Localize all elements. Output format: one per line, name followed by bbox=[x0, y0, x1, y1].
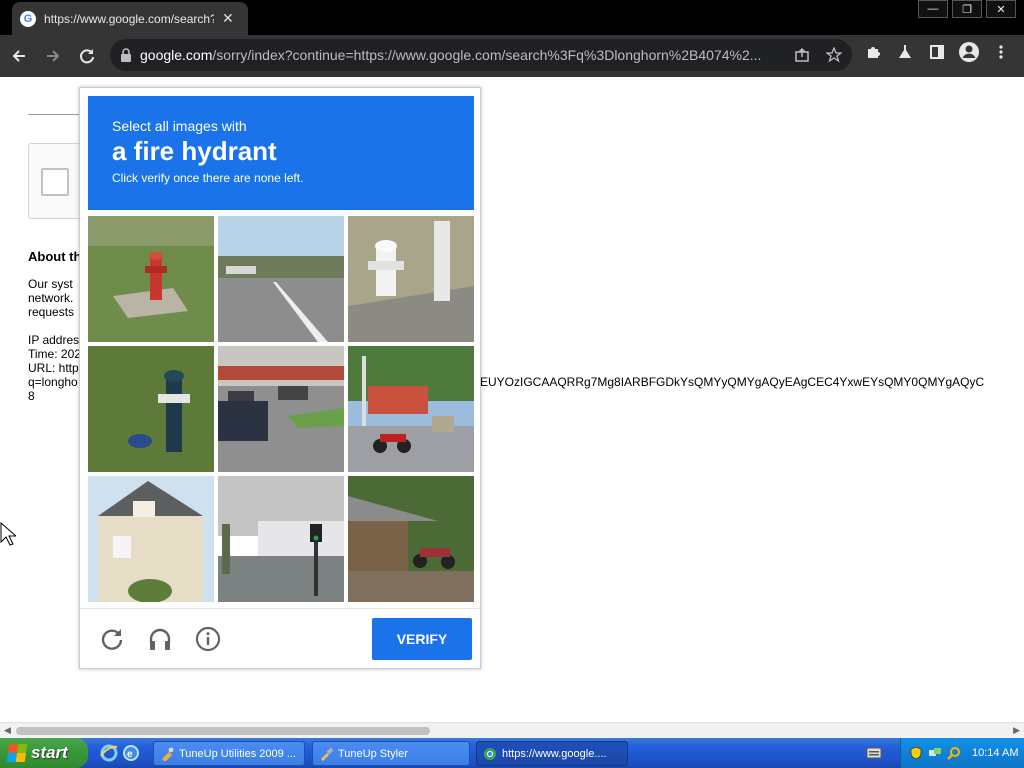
horizontal-scrollbar[interactable]: ◀ ▶ bbox=[0, 722, 1024, 738]
extensions-puzzle-icon[interactable] bbox=[862, 41, 884, 63]
window-controls: — ❐ ✕ bbox=[914, 0, 1016, 18]
browser-toolbar: google.com/sorry/index?continue=https://… bbox=[0, 35, 1024, 77]
menu-kebab-icon[interactable] bbox=[990, 41, 1012, 63]
lock-icon bbox=[121, 48, 131, 62]
tile-white-fire-hydrant[interactable] bbox=[348, 216, 474, 342]
keyboard-icon[interactable] bbox=[866, 746, 882, 760]
start-button[interactable]: start bbox=[0, 738, 88, 768]
ie-variant-icon[interactable]: e bbox=[122, 744, 140, 762]
tile-shack-motorcycles[interactable] bbox=[348, 476, 474, 602]
styler-brush-icon bbox=[319, 746, 334, 761]
address-bar[interactable]: google.com/sorry/index?continue=https://… bbox=[110, 39, 852, 71]
svg-text:e: e bbox=[127, 749, 133, 760]
internet-explorer-icon[interactable] bbox=[100, 744, 118, 762]
back-icon[interactable] bbox=[4, 41, 34, 71]
request-info: IP addres Time: 202 URL: http q=longho 8 bbox=[28, 333, 81, 403]
clock: 10:14 AM bbox=[972, 747, 1019, 759]
profile-avatar-icon[interactable] bbox=[958, 41, 980, 63]
about-heading: About th bbox=[28, 249, 82, 264]
side-panel-icon[interactable] bbox=[926, 41, 948, 63]
system-tray: 10:14 AM bbox=[900, 738, 1024, 768]
browser-tab-bar: G https://www.google.com/search?q= ✕ — ❐… bbox=[0, 0, 1024, 35]
recaptcha-challenge-popup: Select all images with a fire hydrant Cl… bbox=[79, 87, 481, 669]
search-icon[interactable] bbox=[947, 746, 961, 760]
taskbar-button-tuneup-styler[interactable]: TuneUp Styler bbox=[312, 741, 470, 766]
mouse-pointer-icon bbox=[0, 521, 18, 551]
challenge-header: Select all images with a fire hydrant Cl… bbox=[88, 96, 474, 210]
taskbar: start e TuneUp Utilities 2009 ... TuneUp… bbox=[0, 738, 1024, 768]
windows-flag-icon bbox=[6, 744, 28, 762]
forward-icon[interactable] bbox=[38, 41, 68, 71]
close-window-icon[interactable]: ✕ bbox=[986, 0, 1016, 18]
instruction-target: a fire hydrant bbox=[112, 136, 277, 166]
tile-street-motorcycle[interactable] bbox=[348, 346, 474, 472]
share-icon[interactable] bbox=[792, 45, 812, 65]
verify-button[interactable]: VERIFY bbox=[372, 618, 472, 660]
scrollbar-thumb[interactable] bbox=[16, 727, 430, 735]
restore-icon[interactable]: ❐ bbox=[952, 0, 982, 18]
url-text: google.com/sorry/index?continue=https://… bbox=[140, 47, 762, 63]
image-grid bbox=[88, 216, 474, 602]
minimize-icon[interactable]: — bbox=[918, 0, 948, 18]
tile-house[interactable] bbox=[88, 476, 214, 602]
recaptcha-checkbox[interactable] bbox=[41, 168, 69, 196]
taskbar-button-tuneup-utilities[interactable]: TuneUp Utilities 2009 ... bbox=[153, 741, 305, 766]
url-query-text: EUYOzIGCAAQRRg7Mg8IARBFGDkYsQMYyQMYgAQyE… bbox=[480, 375, 985, 389]
reload-icon[interactable] bbox=[98, 625, 126, 653]
tile-road[interactable] bbox=[218, 216, 344, 342]
tile-parking-lot[interactable] bbox=[218, 346, 344, 472]
taskbar-button-chrome[interactable]: https://www.google.... bbox=[476, 741, 628, 766]
labs-flask-icon[interactable] bbox=[894, 41, 916, 63]
quick-launch: e bbox=[100, 744, 144, 762]
tuneup-icon bbox=[160, 747, 174, 762]
chrome-icon bbox=[483, 747, 497, 761]
instruction-small: Select all images with bbox=[112, 118, 247, 134]
start-label: start bbox=[31, 743, 68, 762]
network-icon[interactable] bbox=[928, 746, 942, 760]
desktop-screen: G https://www.google.com/search?q= ✕ — ❐… bbox=[0, 0, 1024, 768]
tab-title: https://www.google.com/search?q= bbox=[44, 11, 214, 26]
scroll-right-icon[interactable]: ▶ bbox=[1013, 725, 1020, 736]
challenge-footer-icons bbox=[98, 625, 242, 653]
info-icon[interactable] bbox=[194, 625, 222, 653]
bookmark-star-icon[interactable] bbox=[824, 45, 844, 65]
instruction-sub: Click verify once there are none left. bbox=[112, 171, 304, 185]
tab-close-icon[interactable]: ✕ bbox=[222, 10, 234, 27]
scroll-left-icon[interactable]: ◀ bbox=[4, 725, 11, 736]
reload-page-icon[interactable] bbox=[72, 41, 102, 71]
security-shield-icon[interactable] bbox=[909, 746, 923, 760]
footer-divider bbox=[80, 608, 480, 609]
headphones-icon[interactable] bbox=[146, 625, 174, 653]
about-text: Our syst network. requests bbox=[28, 277, 75, 319]
tile-traffic-light[interactable] bbox=[218, 476, 344, 602]
browser-tab[interactable]: G https://www.google.com/search?q= ✕ bbox=[12, 2, 248, 35]
google-favicon-icon: G bbox=[20, 10, 36, 27]
tile-dark-fire-hydrant[interactable] bbox=[88, 346, 214, 472]
tile-red-fire-hydrant[interactable] bbox=[88, 216, 214, 342]
